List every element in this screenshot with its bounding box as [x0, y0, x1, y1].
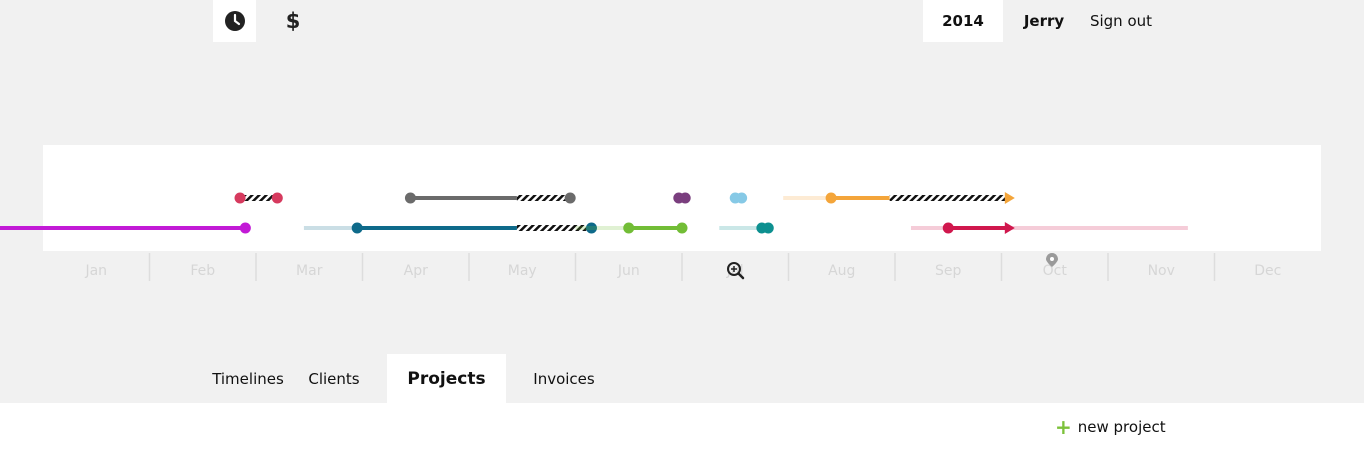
project-magenta[interactable]: [0, 222, 251, 234]
project-orange-start-dot: [825, 192, 837, 204]
plus-icon: +: [1055, 415, 1072, 439]
month-label-aug: Aug: [828, 263, 855, 279]
project-green-start-dot: [623, 222, 635, 234]
project-gray-remaining: [516, 195, 571, 201]
project-magenta-end-dot: [239, 222, 251, 234]
project-crimson-early-remaining: [240, 195, 278, 201]
month-label-sep: Sep: [935, 263, 962, 279]
project-purple-end-dot: [679, 192, 691, 204]
project-gray-start-dot: [404, 192, 416, 204]
month-label-oct: Oct: [1043, 263, 1068, 279]
month-label-mar: Mar: [296, 263, 323, 279]
month-label-jun: Jun: [617, 263, 640, 279]
month-label-may: May: [508, 263, 537, 279]
project-skyblue-end-dot: [736, 192, 748, 204]
new-project-button[interactable]: + new project: [1055, 417, 1166, 437]
project-green-end-dot: [676, 222, 688, 234]
project-red-end-arrow: [1004, 222, 1015, 234]
project-bars: [0, 192, 1188, 234]
month-label-feb: Feb: [190, 263, 215, 279]
project-orange[interactable]: [783, 192, 1015, 204]
project-orange-remaining: [889, 195, 1007, 201]
project-teal-small-end-dot: [762, 222, 774, 234]
month-label-nov: Nov: [1148, 263, 1175, 279]
tab-projects[interactable]: Projects: [387, 354, 506, 403]
project-teal-small[interactable]: [719, 222, 774, 234]
tab-timelines[interactable]: Timelines: [208, 354, 288, 403]
new-project-label: new project: [1077, 418, 1166, 436]
month-label-apr: Apr: [404, 263, 428, 279]
project-teal-dark-start-dot: [351, 222, 363, 234]
project-crimson-early-start-dot: [234, 192, 246, 204]
tab-clients[interactable]: Clients: [300, 354, 368, 403]
project-red[interactable]: [910, 222, 1188, 234]
project-crimson-early-end-dot: [271, 192, 283, 204]
project-orange-end-arrow: [1004, 192, 1015, 204]
projects-content: + new project: [0, 403, 1364, 459]
project-gray[interactable]: [404, 192, 576, 204]
project-purple[interactable]: [673, 192, 691, 204]
project-red-start-dot: [942, 222, 954, 234]
timeline-chart: Jan Feb Mar Apr May Jun Jul Aug Sep Oct Nov Dec: [0, 192, 1281, 281]
project-gray-end-dot: [564, 192, 576, 204]
project-skyblue[interactable]: [729, 192, 748, 204]
month-label-dec: Dec: [1254, 263, 1281, 279]
month-label-jan: Jan: [84, 263, 107, 279]
project-crimson-early[interactable]: [234, 192, 283, 204]
month-axis: Jan Feb Mar Apr May Jun Jul Aug Sep Oct Nov Dec: [84, 253, 1281, 281]
project-teal-dark[interactable]: [303, 222, 597, 234]
tab-invoices[interactable]: Invoices: [526, 354, 602, 403]
section-tabs: Timelines Clients Projects Invoices: [0, 354, 1364, 403]
